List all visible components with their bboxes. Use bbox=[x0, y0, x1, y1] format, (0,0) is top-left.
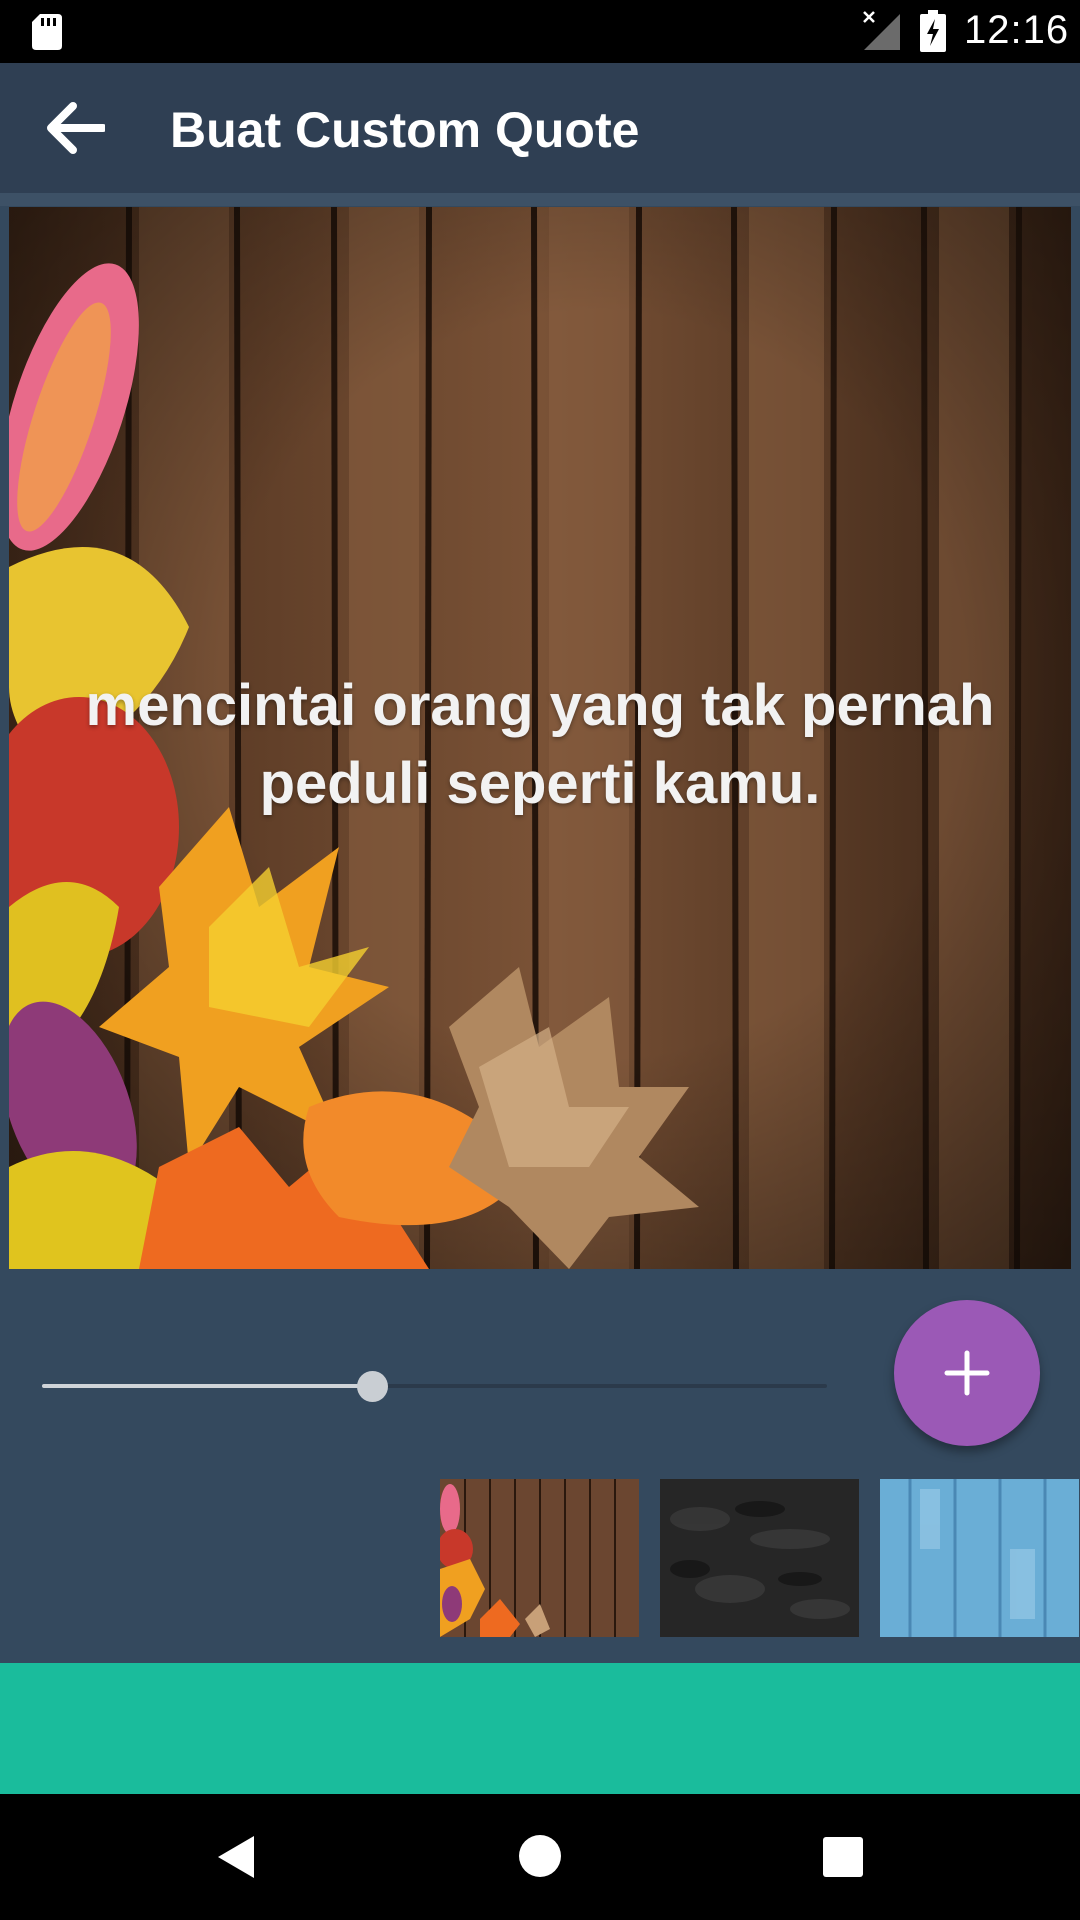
background-thumb-dark-slate[interactable] bbox=[660, 1479, 859, 1637]
slider-thumb[interactable] bbox=[356, 1371, 388, 1402]
status-time: 12:16 bbox=[964, 8, 1070, 52]
back-button[interactable] bbox=[40, 93, 110, 163]
nav-home-icon[interactable] bbox=[518, 1834, 562, 1878]
quote-canvas[interactable]: mencintai orang yang tak pernah peduli s… bbox=[9, 207, 1071, 1269]
divider bbox=[0, 193, 1080, 206]
sd-card-icon bbox=[32, 14, 62, 50]
background-thumb-autumn-leaves-wood[interactable] bbox=[440, 1479, 639, 1637]
no-signal-icon bbox=[863, 11, 900, 50]
add-button[interactable] bbox=[894, 1300, 1040, 1446]
nav-back-icon[interactable] bbox=[214, 1834, 256, 1880]
app-bar: Buat Custom Quote bbox=[0, 63, 1080, 193]
text-size-slider[interactable] bbox=[42, 1362, 827, 1412]
quote-text[interactable]: mencintai orang yang tak pernah peduli s… bbox=[29, 667, 1051, 823]
ad-banner[interactable] bbox=[0, 1663, 1080, 1794]
battery-charging-icon bbox=[920, 10, 946, 52]
plus-icon bbox=[944, 1350, 990, 1396]
status-bar: 12:16 bbox=[0, 0, 1080, 63]
background-picker bbox=[440, 1479, 1080, 1637]
slider-fill bbox=[42, 1384, 372, 1388]
navigation-bar bbox=[0, 1794, 1080, 1920]
background-thumb-blue-wood[interactable] bbox=[880, 1479, 1079, 1637]
page-title: Buat Custom Quote bbox=[170, 102, 640, 158]
nav-recents-icon[interactable] bbox=[823, 1837, 863, 1877]
arrow-back-icon bbox=[47, 102, 105, 154]
